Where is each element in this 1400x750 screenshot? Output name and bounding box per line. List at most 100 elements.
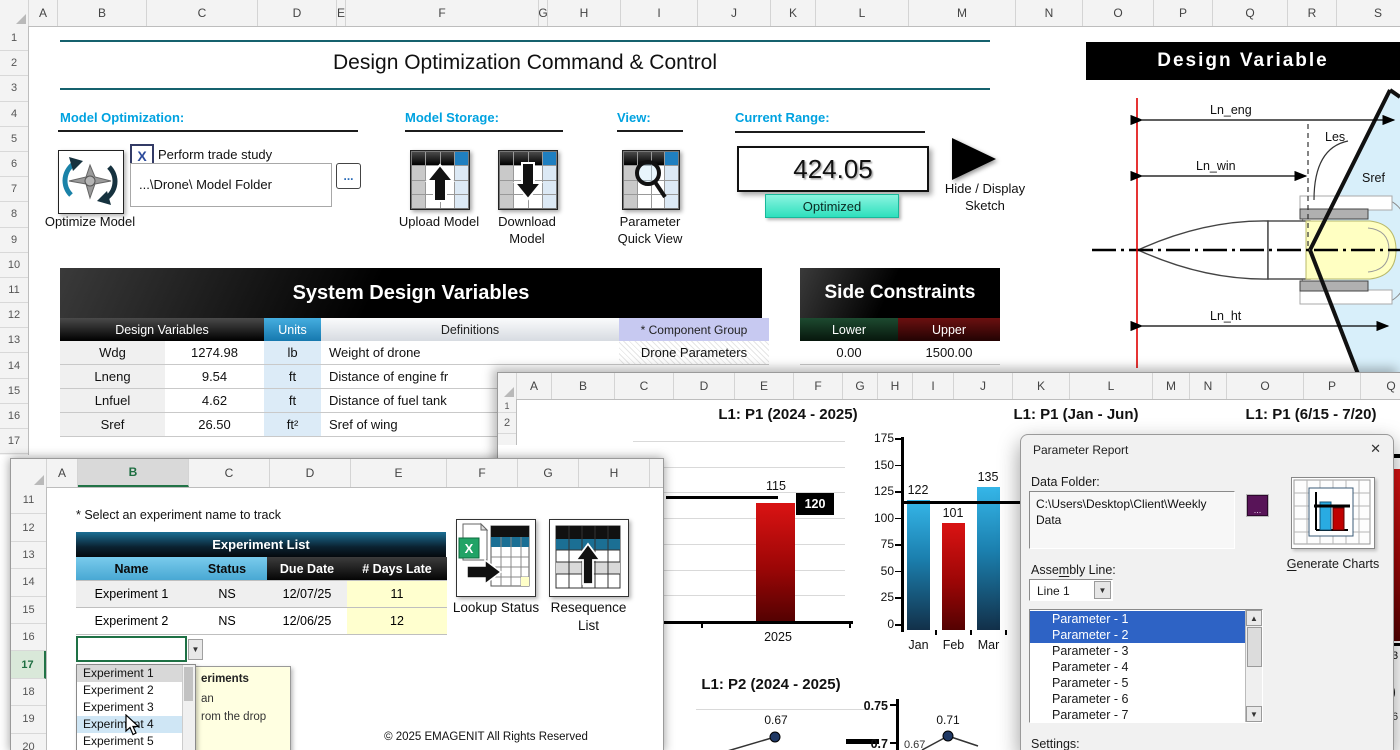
row-header-cell[interactable]: 20: [11, 734, 46, 750]
column-header-cell[interactable]: L: [816, 0, 909, 26]
column-header-cell[interactable]: A: [29, 0, 58, 26]
row-header-cell[interactable]: 3: [0, 76, 28, 101]
column-header-cell[interactable]: N: [1190, 373, 1227, 399]
row-header-cell[interactable]: 14: [0, 353, 28, 378]
experiment-table-cell[interactable]: 12/06/25: [267, 608, 347, 635]
row-header-cell[interactable]: 18: [11, 679, 46, 706]
column-header-cell[interactable]: N: [1016, 0, 1083, 26]
column-header-cell[interactable]: G: [518, 459, 579, 487]
row-header-cell[interactable]: 10: [0, 253, 28, 278]
row-header-cell[interactable]: 17: [11, 651, 46, 678]
close-icon[interactable]: ✕: [1370, 441, 1381, 457]
column-header-cell[interactable]: H: [878, 373, 913, 399]
parameter-item[interactable]: Parameter - 6: [1030, 691, 1246, 707]
data-folder-field[interactable]: C:\Users\Desktop\Client\Weekly Data: [1029, 491, 1235, 549]
row-header-cell[interactable]: 6: [0, 152, 28, 177]
row-header-cell[interactable]: 1: [0, 26, 28, 51]
column-header-cell[interactable]: B: [552, 373, 615, 399]
column-header-cell[interactable]: O: [1083, 0, 1154, 26]
column-header-cell[interactable]: Q: [1213, 0, 1288, 26]
column-header-cell[interactable]: C: [147, 0, 258, 26]
column-header-cell[interactable]: G: [843, 373, 878, 399]
experiment-table-cell[interactable]: 12: [347, 608, 447, 635]
dropdown-scrollbar-thumb[interactable]: [184, 667, 193, 701]
parameter-item[interactable]: Parameter - 3: [1030, 643, 1246, 659]
column-header-cell[interactable]: D: [674, 373, 735, 399]
column-header-cell[interactable]: L: [1070, 373, 1153, 399]
row-header-cell[interactable]: 15: [11, 597, 46, 624]
parameter-item[interactable]: Parameter - 1: [1030, 611, 1246, 627]
row-header-cell[interactable]: 11: [11, 487, 46, 514]
combobox-arrow-icon[interactable]: ▼: [1094, 581, 1111, 599]
experiment-dropdown-list[interactable]: Experiment 1Experiment 2Experiment 3Expe…: [76, 664, 196, 750]
column-header-cell[interactable]: O: [1227, 373, 1304, 399]
parameter-listbox[interactable]: Parameter - 1Parameter - 2Parameter - 3P…: [1029, 609, 1263, 723]
listbox-scrollbar[interactable]: ▲ ▼: [1245, 610, 1262, 722]
column-header-cell[interactable]: K: [771, 0, 816, 26]
column-header-cell[interactable]: I: [913, 373, 954, 399]
row-header-cell[interactable]: 16: [0, 404, 28, 429]
column-header-cell[interactable]: E: [735, 373, 794, 399]
parameter-item[interactable]: Parameter - 5: [1030, 675, 1246, 691]
column-header-cell[interactable]: B: [78, 459, 189, 487]
column-header-cell[interactable]: G: [539, 0, 548, 26]
model-folder-field[interactable]: ...\Drone\ Model Folder: [130, 163, 332, 207]
row-header-cell[interactable]: 5: [0, 127, 28, 152]
row-header-cell[interactable]: 4: [0, 102, 28, 127]
column-header-cell[interactable]: D: [270, 459, 351, 487]
parameter-item[interactable]: Parameter - 4: [1030, 659, 1246, 675]
column-header-cell[interactable]: I: [621, 0, 698, 26]
generate-charts-button[interactable]: [1291, 477, 1375, 549]
column-header-cell[interactable]: E: [337, 0, 346, 26]
dropdown-scrollbar[interactable]: [182, 665, 195, 750]
row-header-cell[interactable]: 2: [498, 413, 516, 434]
hide-display-sketch-button[interactable]: [952, 138, 996, 180]
lookup-status-button[interactable]: X: [456, 519, 536, 597]
column-header-cell[interactable]: C: [615, 373, 674, 399]
row-header-cell[interactable]: 19: [11, 706, 46, 733]
column-header-cell[interactable]: J: [698, 0, 771, 26]
optimized-status-badge[interactable]: Optimized: [765, 194, 899, 218]
resequence-list-button[interactable]: [549, 519, 629, 597]
optimize-model-button[interactable]: [58, 150, 124, 214]
row-header-cell[interactable]: 13: [0, 328, 28, 353]
column-header-cell[interactable]: J: [954, 373, 1013, 399]
column-header-cell[interactable]: F: [447, 459, 518, 487]
chart2-plot[interactable]: 1751501251007550250122Jan101Feb135Mar: [861, 431, 1036, 663]
dropdown-item[interactable]: Experiment 1: [77, 665, 195, 682]
column-header-cell[interactable]: H: [548, 0, 621, 26]
row-header-cell[interactable]: 8: [0, 202, 28, 227]
row-header-cell[interactable]: 9: [0, 228, 28, 253]
dropdown-item[interactable]: Experiment 2: [77, 682, 195, 699]
active-cell-b17[interactable]: [76, 636, 187, 662]
download-model-button[interactable]: [498, 150, 558, 210]
column-header-cell[interactable]: K: [1013, 373, 1070, 399]
scroll-down-icon[interactable]: ▼: [1246, 706, 1262, 722]
row-header-cell[interactable]: 12: [0, 303, 28, 328]
experiment-table-cell[interactable]: NS: [187, 581, 267, 608]
column-header-cell[interactable]: S: [1337, 0, 1400, 26]
column-header-cell[interactable]: F: [794, 373, 843, 399]
row-header-cell[interactable]: 2: [0, 51, 28, 76]
experiment-table-cell[interactable]: 12/07/25: [267, 581, 347, 608]
experiment-table-cell[interactable]: Experiment 2: [76, 608, 187, 635]
column-header-cell[interactable]: A: [47, 459, 78, 487]
experiment-table-cell[interactable]: NS: [187, 608, 267, 635]
column-header-cell[interactable]: M: [1153, 373, 1190, 399]
row-header-cell[interactable]: 7: [0, 177, 28, 202]
column-header-cell[interactable]: D: [258, 0, 337, 26]
row-header-cell[interactable]: 14: [11, 569, 46, 596]
assembly-line-combobox[interactable]: Line 1 ▼: [1029, 579, 1113, 601]
row-header-cell[interactable]: 15: [0, 379, 28, 404]
row-header-cell[interactable]: 1: [498, 399, 516, 413]
row-header-cell[interactable]: 17: [0, 429, 28, 454]
column-header-cell[interactable]: F: [346, 0, 539, 26]
row-header-cell[interactable]: 12: [11, 514, 46, 541]
column-header-cell[interactable]: A: [517, 373, 552, 399]
parameter-item[interactable]: Parameter - 7: [1030, 707, 1246, 723]
row-header-cell[interactable]: 11: [0, 278, 28, 303]
select-all-corner[interactable]: [0, 0, 29, 26]
column-header-cell[interactable]: C: [189, 459, 270, 487]
select-all-corner[interactable]: [11, 459, 47, 487]
row-header-cell[interactable]: 16: [11, 624, 46, 651]
